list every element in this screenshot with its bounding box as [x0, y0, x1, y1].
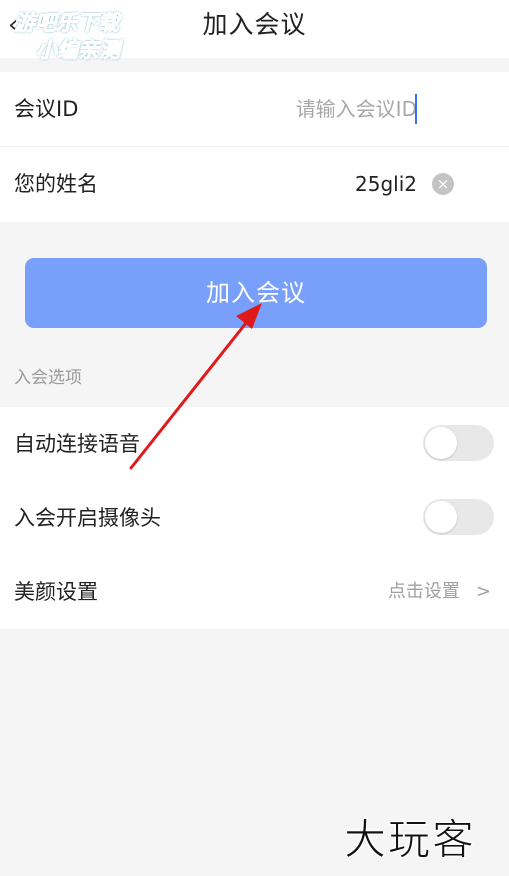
name-input[interactable]: 25gli2: [355, 169, 417, 199]
name-row: 您的姓名 25gli2 ×: [0, 147, 509, 222]
meeting-id-label: 会议ID: [14, 97, 79, 121]
camera-on-label: 入会开启摄像头: [14, 506, 161, 530]
watermark-line-2: 小编亲测: [36, 38, 121, 63]
join-meeting-button[interactable]: 加入会议: [25, 258, 487, 328]
toggle-knob: [425, 501, 457, 533]
auto-audio-toggle[interactable]: [423, 425, 494, 461]
text-cursor: [415, 94, 417, 124]
camera-on-toggle[interactable]: [423, 499, 494, 535]
watermark-logo-bottom: 大玩客: [344, 815, 477, 865]
beauty-settings-row[interactable]: 美颜设置 点击设置 >: [0, 555, 509, 629]
options-section-title: 入会选项: [14, 368, 82, 388]
auto-audio-label: 自动连接语音: [14, 432, 140, 456]
name-label: 您的姓名: [14, 172, 98, 196]
toggle-knob: [425, 427, 457, 459]
beauty-settings-action-text: 点击设置: [387, 581, 460, 602]
meeting-id-input[interactable]: [237, 92, 417, 126]
join-options: 自动连接语音 入会开启摄像头 美颜设置 点击设置 >: [0, 407, 509, 629]
watermark-line-1: 游吧乐下载: [14, 11, 120, 36]
clear-icon[interactable]: ×: [432, 173, 454, 195]
meeting-id-row: 会议ID: [0, 72, 509, 147]
beauty-settings-label: 美颜设置: [14, 580, 98, 604]
chevron-right-icon: >: [475, 581, 491, 602]
camera-on-row: 入会开启摄像头: [0, 481, 509, 555]
join-form: 会议ID 您的姓名 25gli2 ×: [0, 72, 509, 222]
auto-audio-row: 自动连接语音: [0, 407, 509, 481]
join-meeting-button-label: 加入会议: [206, 279, 306, 307]
watermark-logo-top: 游吧乐下载 小编亲测: [14, 10, 150, 68]
beauty-settings-action[interactable]: 点击设置 >: [388, 579, 491, 605]
